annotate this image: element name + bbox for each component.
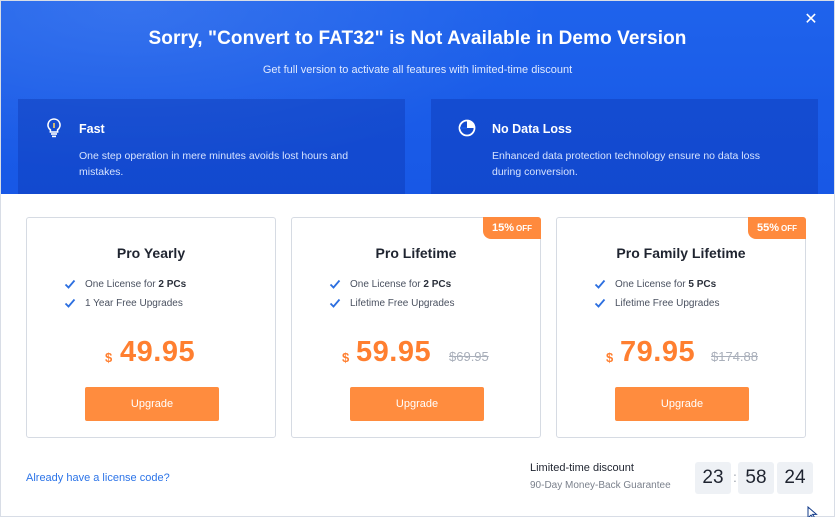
- lightbulb-icon: [47, 118, 61, 138]
- feature-text: One License for: [615, 279, 689, 290]
- price: $ 59.95 $69.95: [292, 336, 540, 372]
- plan-card-pro-yearly: Pro Yearly One License for 2 PCs 1 Year …: [26, 217, 276, 438]
- limited-time-label: Limited-time discount: [530, 462, 634, 474]
- check-icon: [64, 279, 76, 289]
- plan-feature-row: 1 Year Free Upgrades: [64, 298, 183, 309]
- feature-text: Lifetime Free Upgrades: [615, 298, 720, 309]
- price-value: 59.95: [356, 336, 432, 368]
- dialog-title: Sorry, "Convert to FAT32" is Not Availab…: [148, 28, 687, 49]
- price: $ 49.95: [27, 336, 275, 372]
- check-icon: [594, 279, 606, 289]
- currency-symbol: $: [342, 350, 350, 365]
- plan-feature-row: One License for 2 PCs: [329, 279, 452, 290]
- price-value: 49.95: [120, 336, 196, 368]
- currency-symbol: $: [105, 350, 113, 365]
- plan-name: Pro Yearly: [116, 245, 186, 261]
- price: $ 79.95 $174.88: [557, 336, 805, 372]
- plan-card-pro-lifetime: 15% OFF Pro Lifetime One License for 2 PC…: [291, 217, 541, 438]
- feature-bold: 2 PCs: [423, 279, 452, 290]
- price-value: 79.95: [620, 336, 696, 368]
- shield-pie-icon: [458, 119, 476, 137]
- check-icon: [64, 298, 76, 308]
- check-icon: [329, 279, 341, 289]
- feature-text: Lifetime Free Upgrades: [350, 298, 455, 309]
- check-icon: [594, 298, 606, 308]
- timer-hours: 23: [695, 462, 731, 494]
- feature-bold: 2 PCs: [158, 279, 187, 290]
- feature-title: Fast: [79, 122, 105, 136]
- feature-text: One License for: [85, 279, 159, 290]
- timer-seconds: 24: [777, 462, 813, 494]
- upgrade-button[interactable]: Upgrade: [350, 387, 484, 421]
- dialog-subtitle: Get full version to activate all feature…: [262, 64, 573, 76]
- original-price: $69.95: [449, 349, 489, 364]
- feature-text: One License for: [350, 279, 424, 290]
- plan-card-pro-family-lifetime: 55% OFF Pro Family Lifetime One License f…: [556, 217, 806, 438]
- plan-feature-row: Lifetime Free Upgrades: [594, 298, 720, 309]
- discount-badge: 15% OFF: [482, 217, 541, 239]
- check-icon: [329, 298, 341, 308]
- feature-text: 1 Year Free Upgrades: [85, 298, 183, 309]
- discount-off: OFF: [516, 224, 532, 233]
- license-code-link[interactable]: Already have a license code?: [26, 472, 170, 484]
- upgrade-button[interactable]: Upgrade: [85, 387, 219, 421]
- plan-feature-row: One License for 2 PCs: [64, 279, 187, 290]
- upgrade-dialog: ✕ Sorry, "Convert to FAT32" is Not Avail…: [0, 0, 835, 517]
- plan-name: Pro Family Lifetime: [616, 245, 746, 261]
- feature-description: One step operation in mere minutes avoid…: [79, 150, 349, 178]
- plan-name: Pro Lifetime: [375, 245, 457, 261]
- feature-bold: 5 PCs: [688, 279, 717, 290]
- timer-minutes: 58: [738, 462, 774, 494]
- discount-badge: 55% OFF: [747, 217, 806, 239]
- plan-feature-row: Lifetime Free Upgrades: [329, 298, 455, 309]
- feature-title: No Data Loss: [492, 122, 572, 136]
- currency-symbol: $: [606, 350, 614, 365]
- plan-feature-row: One License for 5 PCs: [594, 279, 717, 290]
- feature-no-data-loss: No Data Loss Enhanced data protection te…: [431, 99, 818, 194]
- discount-off: OFF: [781, 224, 797, 233]
- header-banner: ✕ Sorry, "Convert to FAT32" is Not Avail…: [1, 1, 834, 194]
- mouse-cursor-icon: [807, 506, 818, 517]
- feature-description: Enhanced data protection technology ensu…: [492, 150, 760, 178]
- upgrade-button[interactable]: Upgrade: [615, 387, 749, 421]
- original-price: $174.88: [711, 349, 758, 364]
- discount-percent: 15%: [491, 222, 514, 234]
- feature-fast: Fast One step operation in mere minutes …: [18, 99, 405, 194]
- close-button[interactable]: ✕: [802, 11, 820, 29]
- discount-percent: 55%: [756, 222, 779, 234]
- money-back-guarantee: 90-Day Money-Back Guarantee: [530, 480, 671, 491]
